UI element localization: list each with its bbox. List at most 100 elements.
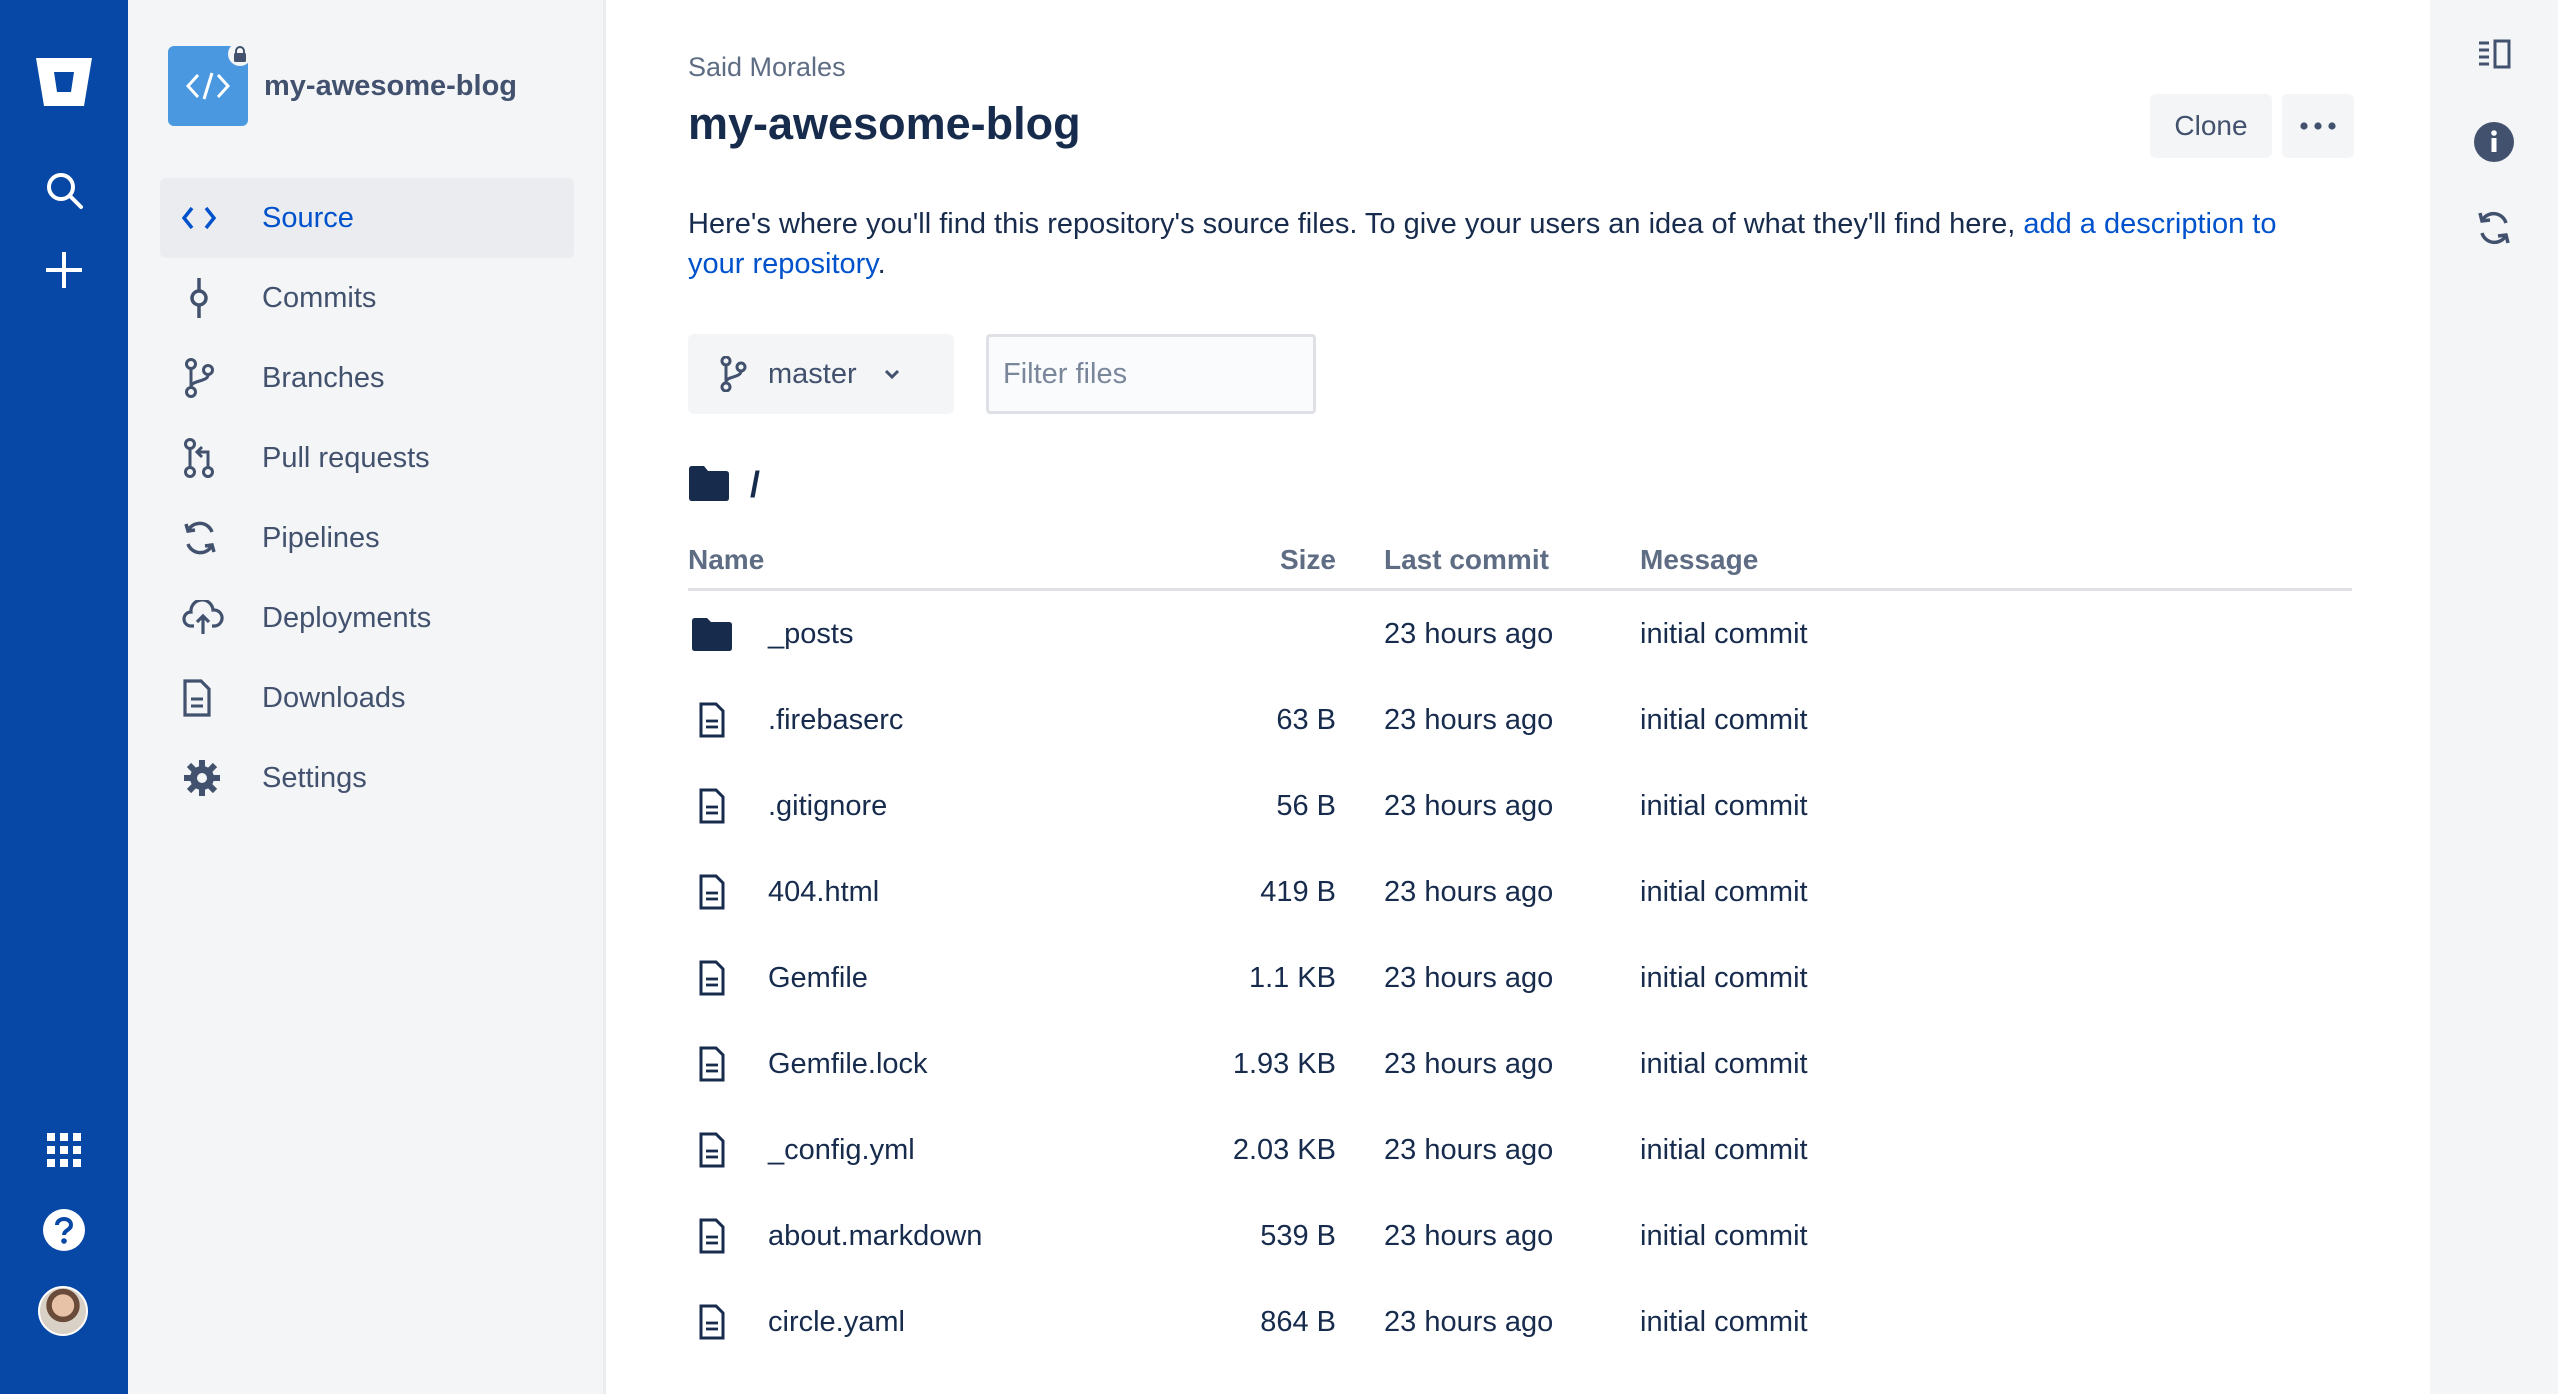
sidebar-item-label: Branches [262, 361, 385, 394]
file-name-link[interactable]: .gitignore [768, 790, 887, 823]
cell-message[interactable]: initial commit [1640, 849, 2352, 935]
cell-last-commit: 23 hours ago [1384, 703, 1554, 736]
page-title: my-awesome-blog [688, 98, 1081, 149]
cell-size: 539 B [1260, 1219, 1336, 1252]
repo-nav: Source Commits Branches Pull requests Pi… [160, 178, 574, 818]
table-row[interactable]: circle.yaml 864 B 23 hours ago initial comm… [688, 1279, 2352, 1365]
repo-header[interactable]: my-awesome-blog [168, 42, 517, 126]
cell-name: about.markdown [688, 1193, 1168, 1279]
sidebar-item-branches[interactable]: Branches [160, 338, 574, 418]
cell-message[interactable]: initial commit [1640, 763, 2352, 849]
code-icon [186, 72, 230, 100]
sidebar-item-settings[interactable]: Settings [160, 738, 574, 818]
cell-name: Gemfile.lock [688, 1021, 1168, 1107]
sidebar-item-label: Source [262, 201, 354, 234]
cell-last-commit: 23 hours ago [1384, 875, 1554, 908]
description-text: Here's where you'll find this repository… [688, 208, 2024, 240]
file-name-link[interactable]: _config.yml [768, 1134, 915, 1167]
gear-icon [182, 758, 238, 798]
file-name-link[interactable]: about.markdown [768, 1220, 982, 1253]
cell-name: 404.html [688, 849, 1168, 935]
sidebar-item-downloads[interactable]: Downloads [160, 658, 574, 738]
sidebar-item-deployments[interactable]: Deployments [160, 578, 574, 658]
cell-size: 56 B [1276, 789, 1336, 822]
cell-message[interactable]: initial commit [1640, 1021, 2352, 1107]
file-icon [688, 1046, 736, 1082]
create-plus-icon[interactable] [28, 234, 100, 306]
file-name-link[interactable]: 404.html [768, 876, 879, 909]
sidebar-item-pull-requests[interactable]: Pull requests [160, 418, 574, 498]
cell-message[interactable]: initial commit [1640, 590, 2352, 678]
downloads-icon [182, 679, 238, 717]
filter-files-input[interactable] [986, 334, 1316, 414]
branch-icon [182, 358, 238, 398]
bitbucket-logo-icon[interactable] [28, 46, 100, 118]
description-end: . [877, 248, 886, 280]
cell-message[interactable]: initial commit [1640, 1107, 2352, 1193]
branch-name: master [768, 357, 857, 390]
cell-message[interactable]: initial commit [1640, 935, 2352, 1021]
help-icon[interactable] [28, 1194, 100, 1266]
file-table: Name Size Last commit Message _posts 23 h… [688, 532, 2352, 1365]
source-code-icon [182, 205, 238, 231]
repo-name: my-awesome-blog [264, 69, 517, 102]
sidebar-item-pipelines[interactable]: Pipelines [160, 498, 574, 578]
file-name-link[interactable]: _posts [768, 618, 853, 651]
sidebar-item-label: Deployments [262, 601, 432, 634]
breadcrumb: / [688, 464, 760, 506]
cell-size [1168, 590, 1384, 678]
branch-selector[interactable]: master [688, 334, 954, 414]
file-name-link[interactable]: .firebaserc [768, 704, 903, 737]
more-dots-icon [2300, 122, 2336, 130]
cell-last-commit: 23 hours ago [1384, 789, 1554, 822]
table-row[interactable]: .firebaserc 63 B 23 hours ago initial commi… [688, 677, 2352, 763]
sidebar-toggle-icon[interactable] [2462, 22, 2526, 86]
more-actions-button[interactable] [2282, 94, 2354, 158]
app-switcher-icon[interactable] [28, 1114, 100, 1186]
table-row[interactable]: _config.yml 2.03 KB 23 hours ago initial co… [688, 1107, 2352, 1193]
cell-message[interactable]: initial commit [1640, 1279, 2352, 1365]
cell-last-commit: 23 hours ago [1384, 1219, 1554, 1252]
cell-last-commit: 23 hours ago [1384, 1133, 1554, 1166]
file-icon [688, 1218, 736, 1254]
column-header-last-commit[interactable]: Last commit [1384, 532, 1640, 591]
file-name-link[interactable]: Gemfile.lock [768, 1048, 928, 1081]
file-icon [688, 1132, 736, 1168]
table-row[interactable]: Gemfile.lock 1.93 KB 23 hours ago initial c… [688, 1021, 2352, 1107]
sidebar-item-source[interactable]: Source [160, 178, 574, 258]
pull-request-icon [182, 438, 238, 478]
table-row[interactable]: about.markdown 539 B 23 hours ago initial c… [688, 1193, 2352, 1279]
column-header-name[interactable]: Name [688, 532, 1168, 591]
branch-icon [718, 356, 748, 392]
cell-name: .firebaserc [688, 677, 1168, 763]
column-header-size[interactable]: Size [1168, 532, 1384, 591]
table-row[interactable]: _posts 23 hours ago initial commit [688, 590, 2352, 678]
main-content: Said Morales my-awesome-blog Clone Here'… [688, 0, 2354, 1394]
info-icon[interactable] [2462, 110, 2526, 174]
cell-message[interactable]: initial commit [1640, 677, 2352, 763]
sidebar-item-label: Settings [262, 761, 367, 794]
avatar[interactable] [38, 1286, 88, 1336]
cell-name: _posts [688, 590, 1168, 678]
breadcrumb-path[interactable]: / [750, 464, 760, 506]
repo-owner-link[interactable]: Said Morales [688, 52, 846, 83]
table-row[interactable]: 404.html 419 B 23 hours ago initial commit [688, 849, 2352, 935]
search-icon[interactable] [28, 154, 100, 226]
pipelines-icon [182, 520, 238, 556]
sync-icon[interactable] [2462, 196, 2526, 260]
clone-button[interactable]: Clone [2150, 94, 2272, 158]
cell-message[interactable]: initial commit [1640, 1193, 2352, 1279]
cell-size: 63 B [1276, 703, 1336, 736]
table-row[interactable]: .gitignore 56 B 23 hours ago initial commit [688, 763, 2352, 849]
file-name-link[interactable]: Gemfile [768, 962, 868, 995]
column-header-message[interactable]: Message [1640, 532, 2352, 591]
commit-icon [182, 278, 238, 318]
sidebar-item-commits[interactable]: Commits [160, 258, 574, 338]
sidebar-item-label: Commits [262, 281, 377, 314]
table-row[interactable]: Gemfile 1.1 KB 23 hours ago initial commit [688, 935, 2352, 1021]
file-icon [688, 702, 736, 738]
right-panel [2430, 0, 2558, 1394]
file-icon [688, 1304, 736, 1340]
cell-size: 2.03 KB [1232, 1133, 1336, 1166]
file-name-link[interactable]: circle.yaml [768, 1306, 905, 1339]
